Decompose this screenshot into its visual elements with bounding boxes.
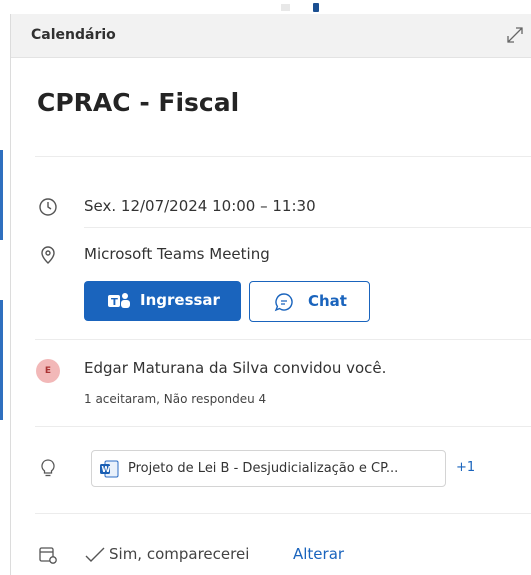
chat-bubble-icon [274,292,294,312]
divider [84,227,531,228]
card-header-title: Calendário [31,27,116,43]
teams-icon: T [107,291,131,311]
response-summary: 1 aceitaram, Não respondeu 4 [84,392,267,406]
divider [35,426,531,427]
chat-button[interactable]: Chat [249,281,370,322]
checkmark-icon [84,545,106,565]
join-meeting-button[interactable]: T Ingressar [84,281,241,321]
event-time: Sex. 12/07/2024 10:00 – 11:30 [84,197,316,215]
event-title: CPRAC - Fiscal [37,88,240,117]
divider [35,513,531,514]
event-location: Microsoft Teams Meeting [84,245,270,263]
change-rsvp-link[interactable]: Alterar [293,545,344,563]
card-header: Calendário [11,14,531,58]
divider [35,156,531,157]
rsvp-status: Sim, comparecerei [109,545,250,563]
expand-icon[interactable] [505,25,525,45]
location-pin-icon [38,245,58,265]
organizer-invite: Edgar Maturana da Silva convidou você. [84,359,387,377]
attachment-file-name: Projeto de Lei B - Desjudicialização e C… [128,461,399,476]
word-document-icon: W [99,460,119,478]
background-element [281,4,290,11]
left-accent-bar [0,300,3,420]
calendar-reply-icon [38,545,58,565]
join-button-label: Ingressar [140,291,220,309]
divider [35,339,531,340]
clock-icon [38,197,58,217]
lightbulb-icon [38,458,58,478]
svg-text:T: T [111,297,118,308]
background-strip [0,0,531,14]
attachment-chip[interactable]: W Projeto de Lei B - Desjudicialização e… [91,450,446,487]
more-attachments-link[interactable]: +1 [456,460,475,475]
avatar[interactable]: E [36,359,60,383]
chat-button-label: Chat [308,292,347,310]
background-marker [313,3,319,12]
left-accent-bar [0,150,3,240]
svg-text:W: W [102,465,111,474]
calendar-event-card: Calendário CPRAC - Fiscal Sex. 12/07/202… [10,14,531,575]
